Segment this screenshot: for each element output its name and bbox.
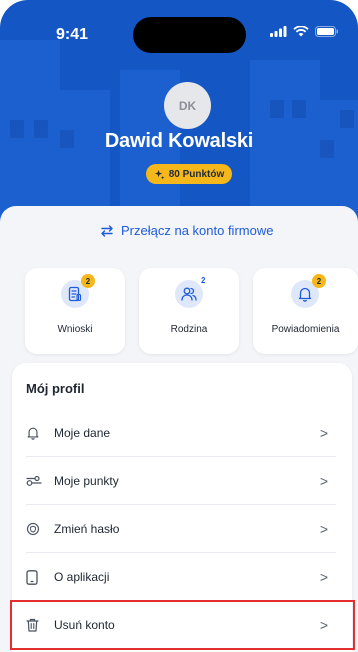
selection-highlight bbox=[10, 600, 355, 650]
card-label: Powiadomienia bbox=[271, 324, 340, 335]
section-title: Mój profil bbox=[26, 381, 85, 396]
menu-item-zmien-haslo[interactable]: Zmień hasło > bbox=[26, 505, 336, 553]
card-label: Rodzina bbox=[170, 324, 208, 335]
switch-account-label: Przełącz na konto firmowe bbox=[121, 223, 274, 238]
wifi-icon bbox=[293, 26, 309, 37]
card-badge: 2 bbox=[312, 274, 326, 288]
avatar-initials: DK bbox=[178, 98, 197, 113]
profile-header: 9:41 DK Dawid Kowalski 80 Punktów bbox=[0, 0, 358, 230]
card-count: 2 bbox=[201, 276, 206, 285]
avatar[interactable]: DK bbox=[164, 82, 211, 129]
chevron-right-icon: > bbox=[319, 521, 328, 537]
menu-item-o-aplikacji[interactable]: O aplikacji > bbox=[26, 553, 336, 601]
menu-item-label: O aplikacji bbox=[54, 570, 110, 584]
menu-item-label: Moje punkty bbox=[54, 474, 119, 488]
card-badge: 2 bbox=[81, 274, 95, 288]
points-label: 80 Punktów bbox=[168, 168, 225, 180]
document-icon bbox=[68, 286, 82, 302]
points-badge[interactable]: 80 Punktów bbox=[146, 164, 232, 184]
status-bar: 9:41 bbox=[0, 0, 358, 66]
points-icon bbox=[26, 475, 44, 487]
signal-icon bbox=[270, 26, 287, 37]
bell-icon bbox=[298, 287, 312, 302]
sparkle-icon bbox=[154, 169, 165, 180]
card-wnioski[interactable]: 2 Wnioski bbox=[25, 268, 125, 354]
status-icons bbox=[270, 26, 339, 37]
chevron-right-icon: > bbox=[319, 569, 328, 585]
dynamic-island bbox=[133, 17, 246, 53]
card-icon-bg bbox=[175, 280, 203, 308]
people-icon bbox=[181, 287, 197, 301]
chevron-right-icon: > bbox=[319, 425, 328, 441]
menu-item-label: Zmień hasło bbox=[54, 522, 120, 536]
shield-icon bbox=[26, 522, 44, 536]
card-rodzina[interactable]: 2 Rodzina bbox=[139, 268, 239, 354]
menu-item-moje-punkty[interactable]: Moje punkty > bbox=[26, 457, 336, 505]
bell-outline-icon bbox=[26, 426, 44, 440]
battery-icon bbox=[315, 26, 338, 37]
switch-account-link[interactable]: Przełącz na konto firmowe bbox=[100, 223, 273, 238]
phone-screen: 9:41 DK Dawid Kowalski 80 Punktów Przełą… bbox=[0, 0, 358, 652]
card-powiadomienia[interactable]: 2 Powiadomienia bbox=[253, 268, 358, 354]
user-name: Dawid Kowalski bbox=[104, 130, 254, 152]
status-time: 9:41 bbox=[56, 26, 89, 43]
card-label: Wnioski bbox=[57, 324, 93, 335]
menu-item-moje-dane[interactable]: Moje dane > bbox=[26, 409, 336, 457]
phone-icon bbox=[26, 569, 44, 585]
menu-item-label: Moje dane bbox=[54, 426, 111, 440]
chevron-right-icon: > bbox=[319, 473, 328, 489]
swap-arrows-icon bbox=[101, 224, 113, 237]
